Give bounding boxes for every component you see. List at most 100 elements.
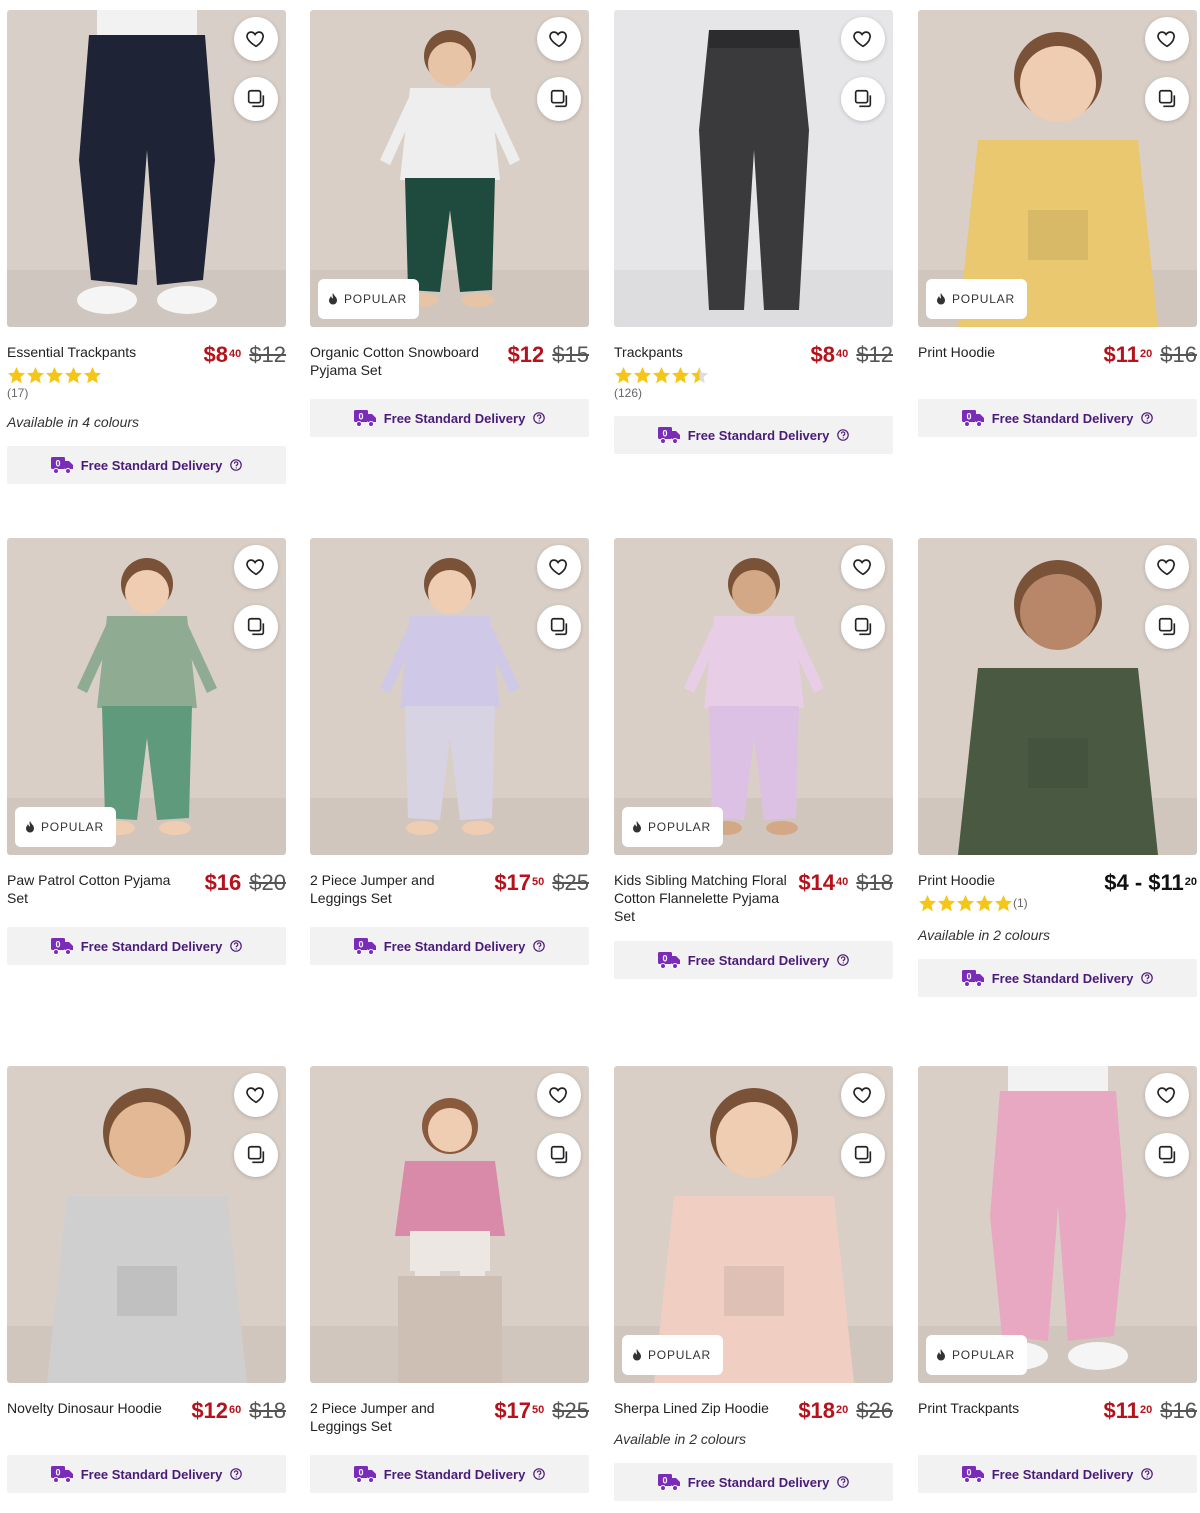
help-circle-icon[interactable] xyxy=(230,940,243,952)
product-name[interactable]: Organic Cotton Snowboard Pyjama Set xyxy=(310,343,495,379)
help-circle-icon[interactable] xyxy=(1141,412,1154,424)
compare-button[interactable] xyxy=(234,605,278,649)
product-name[interactable]: Print Trackpants xyxy=(918,1399,1103,1417)
add-to-wishlist-button[interactable] xyxy=(234,545,278,589)
product-card[interactable]: POPULAR Organic Cotton Snowboard Pyjama S… xyxy=(310,10,589,437)
compare-button[interactable] xyxy=(1145,605,1189,649)
add-to-wishlist-button[interactable] xyxy=(537,545,581,589)
add-to-wishlist-button[interactable] xyxy=(841,17,885,61)
sale-price-dollars: $17 xyxy=(494,870,532,895)
add-to-wishlist-button[interactable] xyxy=(234,1073,278,1117)
product-name[interactable]: Print Hoodie xyxy=(918,343,1103,361)
product-image[interactable]: POPULAR xyxy=(918,10,1197,327)
svg-text:0: 0 xyxy=(358,940,363,950)
product-name[interactable]: Essential Trackpants xyxy=(7,343,192,361)
add-to-wishlist-button[interactable] xyxy=(537,1073,581,1117)
free-delivery-banner[interactable]: 0 Free Standard Delivery xyxy=(7,927,286,965)
product-card[interactable]: POPULAR Paw Patrol Cotton Pyjama Set $16 $2… xyxy=(7,538,286,965)
help-circle-icon[interactable] xyxy=(533,412,546,424)
product-name[interactable]: 2 Piece Jumper and Leggings Set xyxy=(310,1399,495,1435)
help-circle-icon[interactable] xyxy=(230,459,243,471)
product-name[interactable]: Kids Sibling Matching Floral Cotton Flan… xyxy=(614,871,799,925)
free-delivery-banner[interactable]: 0 Free Standard Delivery xyxy=(614,941,893,979)
free-delivery-banner[interactable]: 0 Free Standard Delivery xyxy=(614,416,893,454)
add-to-wishlist-button[interactable] xyxy=(841,1073,885,1117)
help-circle-icon[interactable] xyxy=(533,940,546,952)
product-card[interactable]: POPULAR Sherpa Lined Zip Hoodie $1820 $26 Av… xyxy=(614,1066,893,1501)
free-delivery-banner[interactable]: 0 Free Standard Delivery xyxy=(918,959,1197,997)
compare-icon xyxy=(247,89,265,108)
price-range-cents: 20 xyxy=(1184,876,1197,888)
price: $1750 $25 xyxy=(494,1399,589,1423)
add-to-wishlist-button[interactable] xyxy=(841,545,885,589)
help-circle-icon[interactable] xyxy=(837,429,850,441)
product-card[interactable]: POPULAR Kids Sibling Matching Floral Cott… xyxy=(614,538,893,979)
product-card[interactable]: 2 Piece Jumper and Leggings Set $1750 $25 0… xyxy=(310,538,589,965)
free-delivery-banner[interactable]: 0 Free Standard Delivery xyxy=(310,1455,589,1493)
product-image[interactable]: POPULAR xyxy=(918,1066,1197,1383)
product-image[interactable]: POPULAR xyxy=(614,1066,893,1383)
help-circle-icon[interactable] xyxy=(230,1468,243,1480)
add-to-wishlist-button[interactable] xyxy=(537,17,581,61)
product-card[interactable]: Trackpants $840 $12 (126) 0 Free Standard Del… xyxy=(614,10,893,454)
compare-button[interactable] xyxy=(234,77,278,121)
free-delivery-banner[interactable]: 0 Free Standard Delivery xyxy=(918,399,1197,437)
sale-price-dollars: $14 xyxy=(798,870,836,895)
product-card[interactable]: 2 Piece Jumper and Leggings Set $1750 $25 0… xyxy=(310,1066,589,1493)
product-card[interactable]: Print Hoodie $4 - $1120 (1) Available in 2 … xyxy=(918,538,1197,997)
free-delivery-label: Free Standard Delivery xyxy=(80,938,223,954)
product-card[interactable]: Essential Trackpants $840 $12 (17) Available… xyxy=(7,10,286,484)
product-image[interactable] xyxy=(310,1066,589,1383)
compare-button[interactable] xyxy=(841,1133,885,1177)
product-image[interactable]: POPULAR xyxy=(7,538,286,855)
product-image[interactable] xyxy=(918,538,1197,855)
free-delivery-banner[interactable]: 0 Free Standard Delivery xyxy=(310,927,589,965)
product-image[interactable]: POPULAR xyxy=(310,10,589,327)
original-price: $15 xyxy=(552,342,589,367)
add-to-wishlist-button[interactable] xyxy=(234,17,278,61)
product-name[interactable]: 2 Piece Jumper and Leggings Set xyxy=(310,871,495,907)
product-card[interactable]: Novelty Dinosaur Hoodie $1260 $18 0 Free Sta… xyxy=(7,1066,286,1493)
product-name[interactable]: Novelty Dinosaur Hoodie xyxy=(7,1399,192,1417)
product-image[interactable] xyxy=(7,10,286,327)
product-card[interactable]: POPULAR Print Trackpants $1120 $16 0 Free Sta… xyxy=(918,1066,1197,1493)
product-name[interactable]: Sherpa Lined Zip Hoodie xyxy=(614,1399,799,1417)
original-price: $18 xyxy=(249,1398,286,1423)
star-icon xyxy=(83,366,102,383)
price: $1260 $18 xyxy=(191,1399,286,1423)
help-circle-icon[interactable] xyxy=(837,954,850,966)
compare-button[interactable] xyxy=(234,1133,278,1177)
compare-button[interactable] xyxy=(1145,77,1189,121)
free-delivery-banner[interactable]: 0 Free Standard Delivery xyxy=(918,1455,1197,1493)
product-image[interactable] xyxy=(310,538,589,855)
free-delivery-banner[interactable]: 0 Free Standard Delivery xyxy=(614,1463,893,1501)
product-name[interactable]: Print Hoodie xyxy=(918,871,1103,889)
compare-button[interactable] xyxy=(537,77,581,121)
compare-button[interactable] xyxy=(537,605,581,649)
free-delivery-banner[interactable]: 0 Free Standard Delivery xyxy=(7,1455,286,1493)
free-delivery-banner[interactable]: 0 Free Standard Delivery xyxy=(310,399,589,437)
help-circle-icon[interactable] xyxy=(837,1476,850,1488)
compare-button[interactable] xyxy=(1145,1133,1189,1177)
product-name[interactable]: Paw Patrol Cotton Pyjama Set xyxy=(7,871,192,907)
product-image[interactable]: POPULAR xyxy=(614,538,893,855)
compare-button[interactable] xyxy=(537,1133,581,1177)
product-name[interactable]: Trackpants xyxy=(614,343,799,361)
price: $1820 $26 xyxy=(798,1399,893,1423)
popular-badge-label: POPULAR xyxy=(952,292,1015,306)
product-image[interactable] xyxy=(7,1066,286,1383)
add-to-wishlist-button[interactable] xyxy=(1145,17,1189,61)
free-delivery-banner[interactable]: 0 Free Standard Delivery xyxy=(7,446,286,484)
product-card[interactable]: POPULAR Print Hoodie $1120 $16 0 Free Standar… xyxy=(918,10,1197,437)
popular-badge: POPULAR xyxy=(926,279,1027,319)
product-image[interactable] xyxy=(614,10,893,327)
add-to-wishlist-button[interactable] xyxy=(1145,545,1189,589)
price-range: $4 - $1120 xyxy=(1104,871,1197,895)
help-circle-icon[interactable] xyxy=(533,1468,546,1480)
help-circle-icon[interactable] xyxy=(1141,1468,1154,1480)
add-to-wishlist-button[interactable] xyxy=(1145,1073,1189,1117)
compare-button[interactable] xyxy=(841,77,885,121)
help-circle-icon[interactable] xyxy=(1141,972,1154,984)
compare-button[interactable] xyxy=(841,605,885,649)
original-price: $16 xyxy=(1160,1398,1197,1423)
